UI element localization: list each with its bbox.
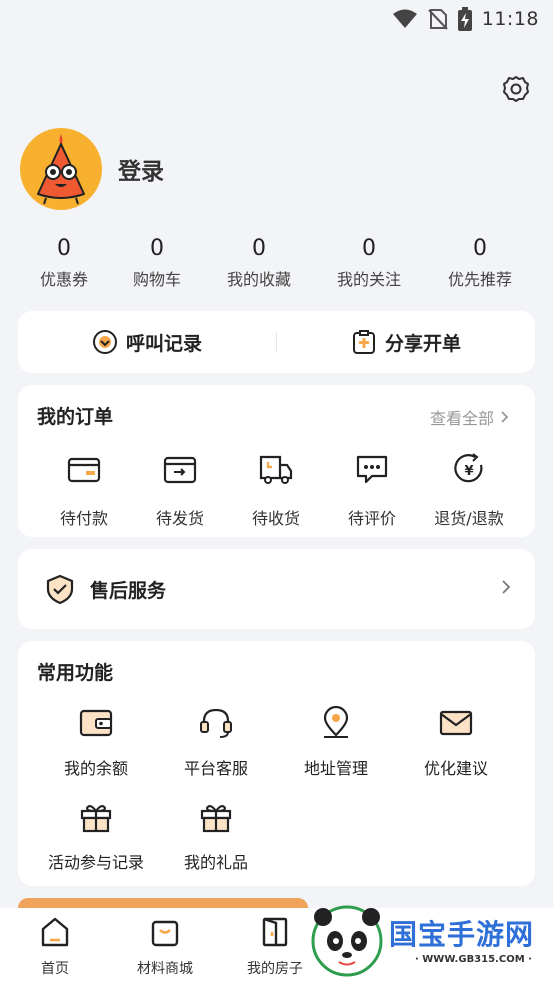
shipping-box-icon bbox=[163, 456, 197, 484]
avatar[interactable] bbox=[20, 128, 102, 210]
watermark: 国宝手游网 · WWW.GB315.COM · bbox=[303, 899, 549, 979]
no-sim-icon bbox=[428, 9, 448, 30]
stat-favorites[interactable]: 0 我的收藏 bbox=[204, 234, 314, 290]
func-address[interactable]: 地址管理 bbox=[276, 705, 396, 779]
order-pending-review[interactable]: 待评价 bbox=[324, 451, 420, 529]
wifi-icon bbox=[392, 9, 417, 28]
shopping-bag-icon bbox=[151, 920, 179, 947]
common-functions-card: 常用功能 我的余额 平台客服 地址管理 优化建议 活动参与记录 我的礼品 bbox=[18, 641, 535, 886]
location-pin-icon bbox=[323, 705, 349, 738]
tab-label: 材料商城 bbox=[137, 961, 193, 977]
stat-cart[interactable]: 0 购物车 bbox=[102, 234, 212, 290]
view-all-label: 查看全部 bbox=[429, 409, 494, 428]
svg-text:¥: ¥ bbox=[464, 464, 473, 479]
func-label: 活动参与记录 bbox=[47, 853, 144, 872]
status-bar: 11:18 bbox=[0, 0, 553, 38]
wallet-icon bbox=[67, 457, 101, 483]
func-balance[interactable]: 我的余额 bbox=[36, 705, 156, 779]
status-time: 11:18 bbox=[481, 8, 539, 30]
comment-icon bbox=[356, 455, 388, 484]
stat-label: 购物车 bbox=[132, 270, 181, 289]
order-label: 待收货 bbox=[251, 509, 300, 528]
func-label: 地址管理 bbox=[303, 759, 368, 778]
quick-actions-card: 呼叫记录 分享开单 bbox=[18, 311, 535, 373]
common-functions-title: 常用功能 bbox=[37, 662, 114, 684]
door-icon bbox=[262, 917, 288, 947]
order-label: 退货/退款 bbox=[434, 509, 504, 528]
headset-icon bbox=[200, 708, 232, 738]
stat-value: 0 bbox=[150, 236, 164, 261]
tab-label: 首页 bbox=[41, 961, 69, 977]
stat-label: 我的关注 bbox=[336, 270, 401, 289]
battery-charging-icon bbox=[457, 7, 472, 31]
func-feedback[interactable]: 优化建议 bbox=[396, 705, 516, 779]
func-label: 我的余额 bbox=[63, 759, 128, 778]
stat-value: 0 bbox=[252, 236, 266, 261]
orders-card: 我的订单 查看全部 待付款 待发货 待收货 待评价 ¥ 退货/退款 bbox=[18, 385, 535, 537]
gift-icon bbox=[80, 805, 112, 833]
view-all-orders-link[interactable]: 查看全部 bbox=[430, 405, 509, 429]
stat-label: 优先推荐 bbox=[447, 270, 512, 289]
call-record-icon bbox=[92, 330, 117, 354]
delivery-truck-icon bbox=[259, 455, 293, 484]
chevron-right-icon bbox=[501, 411, 509, 423]
share-order-icon bbox=[352, 330, 375, 354]
stat-priority[interactable]: 0 优先推荐 bbox=[425, 234, 535, 290]
shield-check-icon bbox=[46, 574, 74, 605]
order-pending-payment[interactable]: 待付款 bbox=[36, 451, 132, 529]
order-refund[interactable]: ¥ 退货/退款 bbox=[421, 451, 517, 529]
tab-materials-mall[interactable]: 材料商城 bbox=[110, 916, 220, 978]
order-pending-shipment[interactable]: 待发货 bbox=[132, 451, 228, 529]
order-label: 待付款 bbox=[59, 509, 108, 528]
balance-wallet-icon bbox=[79, 709, 113, 737]
share-order-button[interactable]: 分享开单 bbox=[277, 329, 535, 356]
login-link[interactable]: 登录 bbox=[118, 152, 164, 186]
mascot-avatar-icon bbox=[37, 134, 85, 205]
home-icon bbox=[41, 917, 69, 947]
panda-logo-icon bbox=[311, 905, 383, 977]
func-my-gifts[interactable]: 我的礼品 bbox=[156, 799, 276, 873]
func-activity-records[interactable]: 活动参与记录 bbox=[36, 799, 156, 873]
gear-icon[interactable] bbox=[501, 74, 531, 104]
gift-icon bbox=[200, 805, 232, 833]
stat-following[interactable]: 0 我的关注 bbox=[314, 234, 424, 290]
call-record-button[interactable]: 呼叫记录 bbox=[18, 329, 276, 356]
orders-title: 我的订单 bbox=[37, 406, 114, 428]
stat-value: 0 bbox=[362, 236, 376, 261]
func-customer-service[interactable]: 平台客服 bbox=[156, 705, 276, 779]
stat-value: 0 bbox=[473, 236, 487, 261]
func-label: 优化建议 bbox=[423, 759, 488, 778]
watermark-text: 国宝手游网 bbox=[389, 918, 535, 951]
after-sale-card[interactable]: 售后服务 bbox=[18, 549, 535, 629]
after-sale-label: 售后服务 bbox=[90, 579, 167, 602]
profile-section[interactable]: 登录 bbox=[20, 128, 164, 210]
mail-icon bbox=[439, 710, 473, 736]
func-label: 平台客服 bbox=[183, 759, 248, 778]
stat-label: 我的收藏 bbox=[226, 270, 291, 289]
chevron-right-icon bbox=[502, 580, 511, 594]
share-order-label: 分享开单 bbox=[384, 332, 461, 355]
call-record-label: 呼叫记录 bbox=[125, 332, 202, 355]
watermark-url: · WWW.GB315.COM · bbox=[415, 954, 532, 965]
func-label: 我的礼品 bbox=[183, 853, 248, 872]
order-pending-receipt[interactable]: 待收货 bbox=[228, 451, 324, 529]
order-label: 待评价 bbox=[347, 509, 396, 528]
order-label: 待发货 bbox=[155, 509, 204, 528]
refund-icon: ¥ bbox=[454, 453, 483, 483]
tab-home[interactable]: 首页 bbox=[0, 916, 110, 978]
